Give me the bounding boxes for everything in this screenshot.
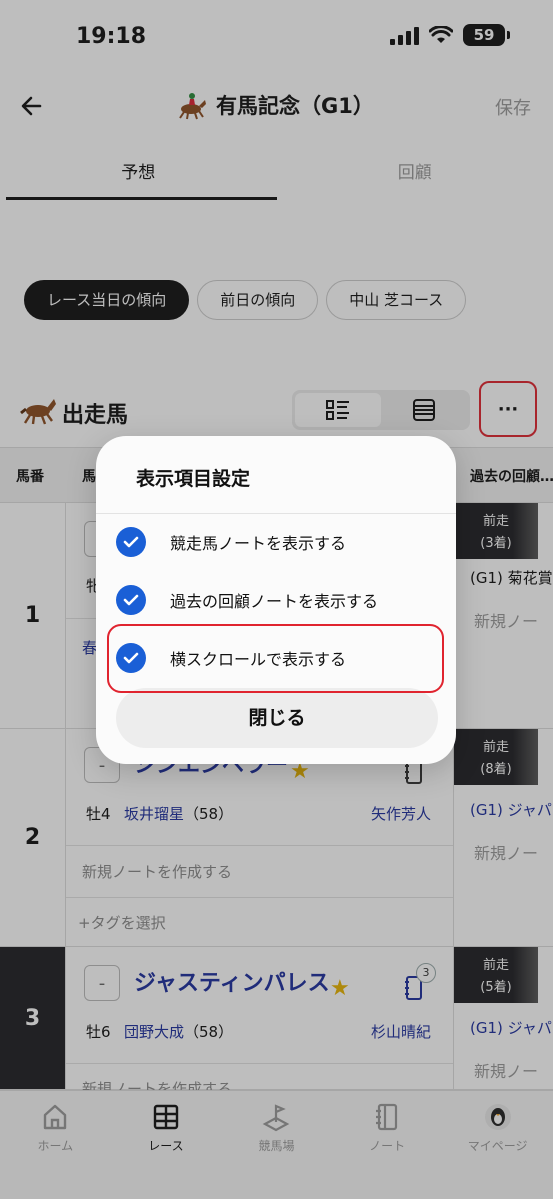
display-settings-modal: 表示項目設定 競走馬ノートを表示する 過去の回顧ノートを表示する 横スクロールで… [96, 436, 456, 764]
option-label: 競走馬ノートを表示する [170, 534, 347, 553]
option-horse-note[interactable]: 競走馬ノートを表示する [116, 517, 436, 567]
modal-divider [96, 513, 456, 514]
highlight-frame [107, 624, 444, 693]
modal-title: 表示項目設定 [136, 468, 251, 490]
option-past-review-note[interactable]: 過去の回顧ノートを表示する [116, 575, 436, 625]
option-label: 過去の回顧ノートを表示する [170, 592, 379, 611]
checkbox-checked-icon[interactable] [116, 585, 146, 615]
checkbox-checked-icon[interactable] [116, 527, 146, 557]
close-button[interactable]: 閉じる [116, 688, 438, 748]
